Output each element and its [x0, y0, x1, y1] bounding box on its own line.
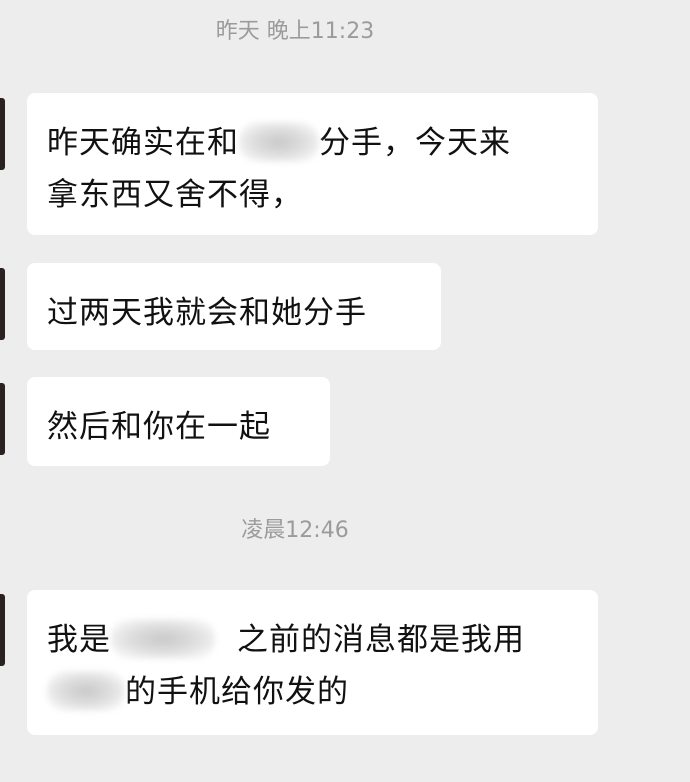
- message-text: 分手，今天来: [319, 125, 511, 161]
- message-text: 过两天我就会和她分手: [47, 295, 367, 331]
- message-text: 之前的消息都是我用: [237, 622, 525, 658]
- message-text: 拿东西又舍不得，: [47, 177, 303, 213]
- redacted-name: [111, 618, 215, 659]
- redacted-name: [239, 121, 319, 162]
- redacted-name: [47, 670, 125, 711]
- message-line: 昨天确实在和 分手，今天来: [47, 117, 578, 169]
- message-text: 昨天确实在和: [47, 125, 239, 161]
- sender-avatar[interactable]: [0, 98, 5, 170]
- message-bubble[interactable]: 然后和你在一起: [27, 377, 330, 466]
- message-bubble[interactable]: 我是 之前的消息都是我用 的手机给你发的: [27, 590, 598, 735]
- message-text: 我是: [47, 622, 111, 658]
- timestamp-yesterday: 昨天 晚上11:23: [215, 19, 375, 44]
- message-bubble[interactable]: 过两天我就会和她分手: [27, 263, 441, 350]
- message-line: 我是 之前的消息都是我用: [47, 614, 578, 666]
- message-bubble[interactable]: 昨天确实在和 分手，今天来 拿东西又舍不得，: [27, 93, 598, 235]
- sender-avatar[interactable]: [0, 383, 5, 455]
- message-text: 的手机给你发的: [125, 674, 349, 710]
- sender-avatar[interactable]: [0, 594, 5, 666]
- message-text: 然后和你在一起: [47, 409, 271, 445]
- sender-avatar[interactable]: [0, 268, 5, 340]
- timestamp-early-morning: 凌晨12:46: [241, 518, 349, 543]
- message-line: 的手机给你发的: [47, 666, 578, 718]
